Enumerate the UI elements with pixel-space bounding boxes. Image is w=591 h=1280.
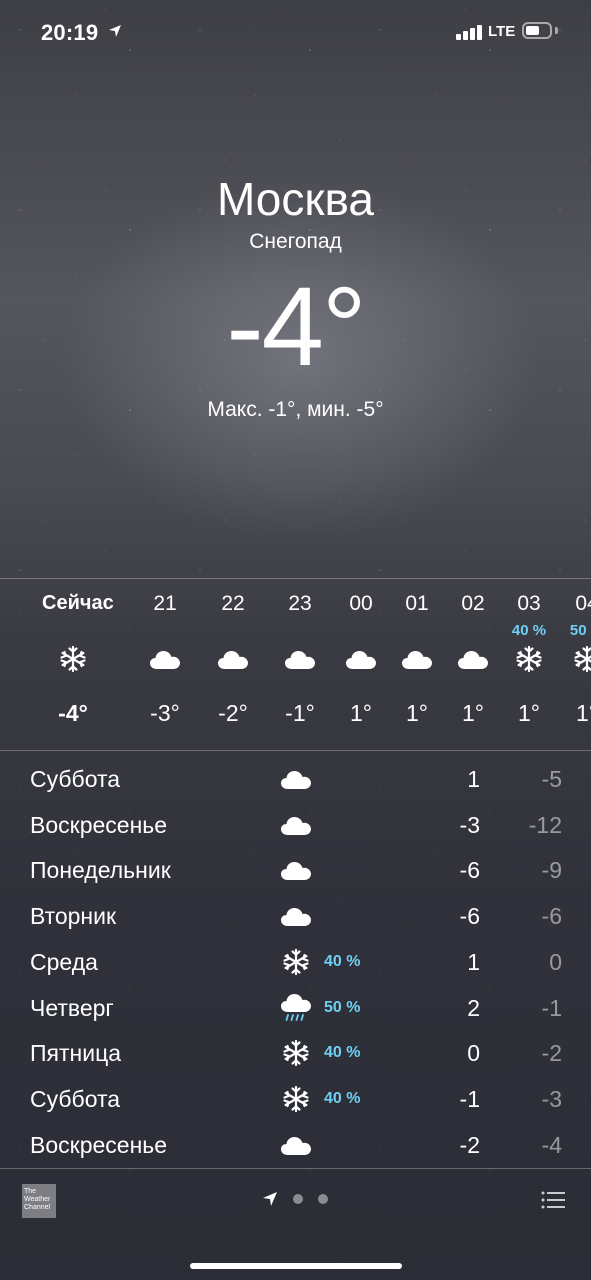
- battery-icon: [522, 22, 552, 39]
- hour-label: 23: [288, 592, 312, 615]
- daily-row: Суббота 1 -5: [0, 756, 591, 802]
- daily-row: Воскресенье -2 -4: [0, 1122, 591, 1168]
- day-name: Пятница: [30, 1040, 122, 1067]
- day-high-temperature: -6: [459, 857, 480, 884]
- page-dot[interactable]: [293, 1194, 303, 1204]
- status-bar: 20:19 LTE: [0, 0, 591, 64]
- city-list-icon[interactable]: [541, 1191, 565, 1209]
- hour-temperature: -1°: [285, 700, 315, 726]
- network-type: LTE: [488, 23, 516, 40]
- battery-cap: [555, 27, 558, 34]
- day-precip-chance: 40 %: [324, 1089, 361, 1107]
- cloud-icon: [330, 642, 392, 676]
- day-high-temperature: 1: [467, 766, 480, 792]
- cloud-icon: [278, 901, 314, 931]
- day-name: Суббота: [30, 1085, 121, 1112]
- daily-row: Воскресенье -3 -12: [0, 802, 591, 848]
- home-indicator[interactable]: [190, 1263, 402, 1269]
- day-low-temperature: -5: [541, 766, 562, 792]
- hour-label: 03: [517, 592, 541, 615]
- day-precip-chance: 40 %: [324, 1044, 361, 1062]
- cloud-icon: [442, 642, 504, 676]
- divider: [0, 578, 591, 579]
- current-location-page-icon[interactable]: [262, 1191, 278, 1207]
- day-name: Понедельник: [30, 857, 171, 884]
- weather-channel-logo[interactable]: The Weather Channel: [22, 1184, 56, 1218]
- cloud-icon: [278, 855, 314, 885]
- snowflake-icon: [556, 642, 591, 676]
- day-low-temperature: -4: [541, 1131, 562, 1158]
- cloud-icon: [134, 642, 196, 676]
- city-name: Москва: [216, 173, 375, 225]
- cloud-rain-icon: [278, 993, 314, 1023]
- cloud-icon: [269, 642, 331, 676]
- day-precip-chance: 50 %: [324, 998, 361, 1016]
- hour-temperature: -2°: [218, 700, 248, 726]
- hour-temperature: 1°: [462, 700, 484, 726]
- weather-condition: Снегопад: [249, 230, 342, 253]
- cloud-icon: [278, 810, 314, 840]
- current-temperature: -4°: [226, 264, 366, 389]
- hour-precip-chance: 40 %: [511, 622, 547, 639]
- divider: [0, 750, 591, 751]
- high-low-temperature: Макс. -1°, мин. -5°: [207, 398, 384, 421]
- snowflake-icon: [278, 1038, 314, 1068]
- hourly-forecast[interactable]: Сейчас -4° 21 -3° 22 -2° 23 -1° 00 1° 01 1° 02 1° 03 40…: [0, 580, 591, 750]
- hour-temperature: 1°: [576, 700, 591, 726]
- hour-label: 01: [405, 592, 429, 615]
- day-high-temperature: -6: [459, 903, 480, 930]
- hour-precip-chance: 50 %: [569, 622, 591, 639]
- hour-label: Сейчас: [42, 592, 114, 614]
- clock-time: 20:19: [41, 20, 99, 45]
- day-name: Четверг: [30, 994, 114, 1021]
- day-low-temperature: -1: [541, 994, 562, 1021]
- hour-label: 02: [461, 592, 485, 615]
- daily-row: Понедельник -6 -9: [0, 847, 591, 893]
- hour-temperature: 1°: [406, 700, 428, 726]
- snowflake-icon: [278, 947, 314, 977]
- daily-row: Вторник -6 -6: [0, 893, 591, 939]
- cloud-icon: [202, 642, 264, 676]
- hour-label: 21: [153, 592, 177, 615]
- day-low-temperature: 0: [549, 948, 562, 975]
- day-name: Суббота: [30, 766, 121, 792]
- hour-label: 04: [575, 592, 591, 615]
- day-high-temperature: 0: [467, 1040, 480, 1067]
- daily-row: Среда 40 % 1 0: [0, 939, 591, 985]
- day-precip-chance: 40 %: [324, 952, 361, 970]
- day-high-temperature: -2: [459, 1131, 480, 1158]
- hour-temperature: 1°: [518, 700, 540, 726]
- day-low-temperature: -12: [528, 811, 562, 838]
- day-high-temperature: -1: [459, 1085, 480, 1112]
- day-low-temperature: -3: [541, 1085, 562, 1112]
- snowflake-icon: [278, 1084, 314, 1114]
- location-arrow-icon: [109, 25, 121, 37]
- day-low-temperature: -2: [541, 1040, 562, 1067]
- hour-label: 22: [221, 592, 245, 615]
- daily-row: Суббота 40 % -1 -3: [0, 1076, 591, 1122]
- day-name: Вторник: [30, 903, 117, 930]
- day-low-temperature: -6: [541, 903, 562, 930]
- day-high-temperature: 2: [467, 994, 480, 1021]
- hour-temperature: 1°: [350, 700, 372, 726]
- day-low-temperature: -9: [541, 857, 562, 884]
- day-high-temperature: -3: [459, 811, 480, 838]
- cloud-icon: [278, 764, 314, 794]
- day-name: Среда: [30, 948, 98, 975]
- cloud-icon: [278, 1130, 314, 1160]
- page-dot[interactable]: [318, 1194, 328, 1204]
- day-name: Воскресенье: [30, 1131, 168, 1158]
- bottom-toolbar: The Weather Channel: [0, 1169, 591, 1280]
- daily-row: Пятница 40 % 0 -2: [0, 1030, 591, 1076]
- hour-temperature: -4°: [58, 700, 88, 726]
- snowflake-icon: [498, 642, 560, 676]
- cellular-signal-icon: [456, 24, 482, 40]
- cloud-icon: [386, 642, 448, 676]
- hour-label: 00: [349, 592, 373, 615]
- daily-row: Четверг 50 % 2 -1: [0, 985, 591, 1031]
- hour-temperature: -3°: [150, 700, 180, 726]
- snowflake-icon: [42, 642, 104, 676]
- day-high-temperature: 1: [467, 948, 480, 975]
- day-name: Воскресенье: [30, 811, 168, 838]
